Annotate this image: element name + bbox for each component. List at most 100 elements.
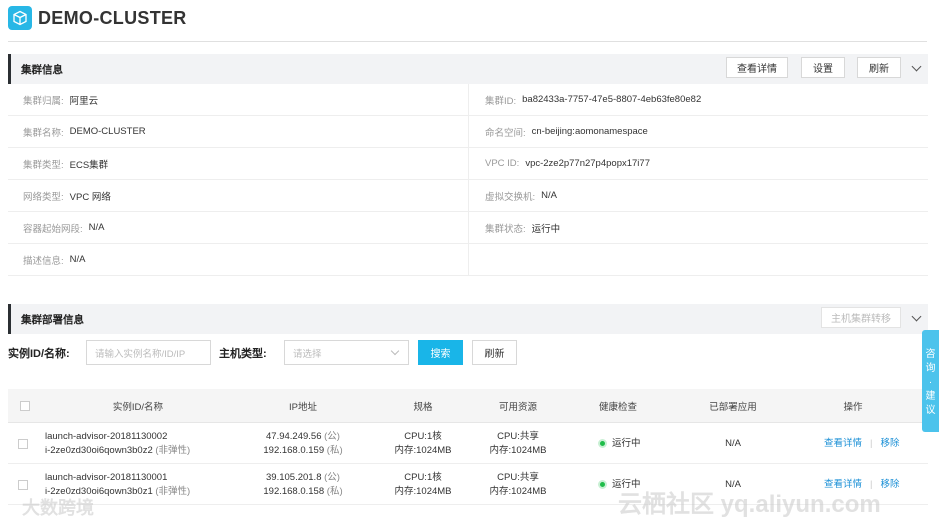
- refresh-button[interactable]: 刷新: [857, 57, 901, 78]
- res-mem: 内存:1024MB: [489, 444, 547, 456]
- host-type-select[interactable]: 请选择: [284, 340, 409, 365]
- apps-cell: N/A: [678, 423, 788, 464]
- spec-cell: CPU:1核 内存:1024MB: [368, 423, 478, 464]
- resource-cell: CPU:共享 内存:1024MB: [478, 464, 558, 505]
- collapse-chevron-icon[interactable]: [911, 61, 922, 72]
- instance-cell: launch-advisor-20181130002 i-2ze0zd30oi6…: [45, 423, 245, 464]
- cluster-info-header: 集群信息 查看详情 设置 刷新: [8, 54, 928, 84]
- spec-cpu: CPU:1核: [404, 471, 442, 483]
- host-type-label: 主机类型:: [219, 348, 267, 360]
- info-key: 容器起始网段:: [23, 223, 83, 235]
- info-key: 集群名称:: [23, 127, 64, 139]
- feedback-tab-char: 咨: [925, 349, 936, 360]
- status-ok-icon: [598, 439, 607, 448]
- deploy-info-header: 集群部署信息 主机集群转移: [8, 304, 928, 334]
- search-button[interactable]: 搜索: [418, 340, 463, 365]
- deployed-apps: N/A: [725, 437, 741, 449]
- table-row: launch-advisor-20181130002 i-2ze0zd30oi6…: [8, 423, 928, 464]
- info-key: 虚拟交换机:: [485, 191, 536, 203]
- info-key: VPC ID:: [485, 158, 520, 169]
- info-row: 容器起始网段: N/A 集群状态: 运行中: [8, 212, 928, 244]
- ip-cell: 47.94.249.56 (公) 192.168.0.159 (私): [238, 423, 368, 464]
- watermark-right: 云栖社区 yq.aliyun.com: [618, 491, 881, 518]
- info-row: 描述信息: N/A: [8, 244, 928, 276]
- info-value: VPC 网络: [69, 191, 111, 203]
- spec-cpu: CPU:1核: [404, 430, 442, 442]
- health-cell: 运行中: [598, 423, 678, 464]
- feedback-tab[interactable]: 咨 询 · 建 议: [922, 330, 939, 432]
- cluster-info-grid: 集群归属: 阿里云 集群ID: ba82433a-7757-47e5-8807-4e…: [8, 84, 928, 276]
- deploy-info-title: 集群部署信息: [21, 314, 84, 326]
- cube-icon: [8, 6, 32, 30]
- instance-id: i-2ze0zd30oi6qown3b0z2: [45, 444, 153, 456]
- column-header: 操作: [843, 402, 863, 413]
- column-header: 健康检查: [598, 402, 637, 413]
- column-header: 规格: [413, 402, 433, 413]
- res-cpu: CPU:共享: [497, 471, 539, 483]
- feedback-tab-char: 建: [925, 391, 936, 402]
- filter-refresh-button[interactable]: 刷新: [472, 340, 517, 365]
- view-details-button[interactable]: 查看详情: [726, 57, 788, 78]
- collapse-chevron-icon[interactable]: [911, 311, 922, 322]
- select-all-checkbox[interactable]: [18, 389, 32, 423]
- info-value: 阿里云: [69, 95, 99, 107]
- column-header: 可用资源: [498, 402, 537, 413]
- info-key: 集群ID:: [485, 95, 517, 107]
- info-key: 网络类型:: [23, 191, 64, 203]
- page-header: DEMO-CLUSTER: [8, 6, 187, 30]
- info-row: 网络类型: VPC 网络 虚拟交换机: N/A: [8, 180, 928, 212]
- info-value: N/A: [69, 254, 86, 265]
- info-row: 集群类型: ECS集群 VPC ID: vpc-2ze2p77n27p4popx17…: [8, 148, 928, 180]
- migrate-host-button[interactable]: 主机集群转移: [821, 307, 901, 328]
- instance-type-note: (非弹性): [155, 444, 191, 456]
- page-title: DEMO-CLUSTER: [38, 7, 187, 28]
- view-details-link[interactable]: 查看详情: [824, 438, 862, 449]
- ip-public: 47.94.249.56: [266, 430, 322, 442]
- ip-private-note: (私): [326, 444, 343, 456]
- info-key: 集群归属:: [23, 95, 64, 107]
- ip-private: 192.168.0.159: [263, 444, 325, 456]
- settings-button[interactable]: 设置: [801, 57, 845, 78]
- instance-search-input[interactable]: 请输入实例名称/ID/IP: [86, 340, 211, 365]
- spec-cell: CPU:1核 内存:1024MB: [368, 464, 478, 505]
- ip-private: 192.168.0.158: [263, 485, 325, 497]
- column-header: IP地址: [289, 402, 317, 413]
- row-checkbox[interactable]: [18, 423, 32, 464]
- health-status: 运行中: [612, 437, 641, 449]
- info-value: ECS集群: [69, 159, 109, 171]
- info-row: 集群归属: 阿里云 集群ID: ba82433a-7757-47e5-8807-4e…: [8, 84, 928, 116]
- table-header: 实例ID/名称 IP地址 规格 可用资源 健康检查 已部署应用 操作: [8, 389, 928, 423]
- feedback-tab-char: 议: [925, 405, 936, 416]
- ip-cell: 39.105.201.8 (公) 192.168.0.158 (私): [238, 464, 368, 505]
- feedback-tab-char: ·: [928, 377, 933, 388]
- remove-link[interactable]: 移除: [880, 479, 899, 490]
- instance-type-note: (非弹性): [155, 485, 191, 497]
- info-row: 集群名称: DEMO-CLUSTER 命名空间: cn-beijing:aomona…: [8, 116, 928, 148]
- info-key: 描述信息:: [23, 255, 64, 267]
- res-cpu: CPU:共享: [497, 430, 539, 442]
- remove-link[interactable]: 移除: [880, 438, 899, 449]
- ip-public-note: (公): [324, 430, 340, 442]
- info-value: vpc-2ze2p77n27p4popx17i77: [525, 158, 650, 169]
- info-value: N/A: [541, 190, 557, 201]
- ip-private-note: (私): [326, 485, 343, 497]
- page-root: DEMO-CLUSTER 集群信息 查看详情 设置 刷新 集群归属: 阿里云 集群…: [0, 0, 939, 522]
- info-value: 运行中: [531, 223, 561, 235]
- ip-public-note: (公): [324, 471, 340, 483]
- chevron-down-icon: [390, 346, 400, 356]
- column-header: 实例ID/名称: [112, 402, 164, 413]
- host-type-placeholder: 请选择: [293, 348, 322, 360]
- info-key: 集群类型:: [23, 159, 64, 171]
- ip-public: 39.105.201.8: [266, 471, 322, 483]
- res-mem: 内存:1024MB: [489, 485, 547, 497]
- watermark-left: 大数跨境: [22, 498, 94, 518]
- spec-mem: 内存:1024MB: [394, 485, 452, 497]
- info-value: N/A: [88, 222, 105, 233]
- info-value: DEMO-CLUSTER: [69, 126, 146, 137]
- info-key: 命名空间:: [485, 127, 526, 139]
- instance-filter-label: 实例ID/名称:: [8, 348, 70, 360]
- resource-cell: CPU:共享 内存:1024MB: [478, 423, 558, 464]
- column-header: 已部署应用: [709, 402, 757, 413]
- info-key: 集群状态:: [485, 223, 526, 235]
- instance-name: launch-advisor-20181130002: [45, 430, 168, 442]
